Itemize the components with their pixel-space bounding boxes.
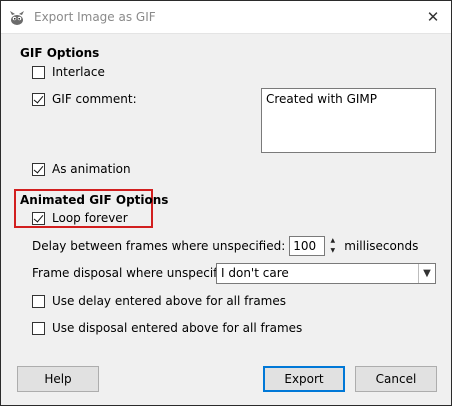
help-button[interactable]: Help	[17, 366, 99, 392]
delay-unit: milliseconds	[344, 239, 419, 253]
gif-comment-checkbox[interactable]	[32, 92, 45, 106]
use-delay-label: Use delay entered above for all frames	[52, 294, 286, 308]
stepper-up-icon[interactable]: ▲	[327, 236, 338, 246]
loop-forever-checkbox[interactable]	[32, 211, 45, 225]
loop-forever-label: Loop forever	[52, 211, 128, 225]
as-animation-checkbox[interactable]	[32, 162, 45, 176]
as-animation-label: As animation	[52, 162, 131, 176]
use-disposal-checkbox[interactable]	[32, 321, 45, 335]
disposal-row: Frame disposal where unspecified:	[32, 266, 240, 280]
close-button[interactable]: ✕	[421, 6, 445, 28]
window-title: Export Image as GIF	[34, 10, 156, 24]
delay-stepper[interactable]: ▲ ▼	[327, 236, 338, 256]
use-delay-checkbox[interactable]	[32, 294, 45, 308]
close-icon: ✕	[426, 8, 440, 26]
disposal-selected-value: I don't care	[221, 266, 289, 280]
gif-comment-textarea[interactable]: Created with GIMP	[261, 88, 436, 153]
gimp-icon	[10, 11, 24, 25]
cancel-button[interactable]: Cancel	[355, 366, 437, 392]
loop-forever-option[interactable]: Loop forever	[32, 211, 128, 225]
export-gif-dialog: Export Image as GIF ✕ GIF Options Interl…	[0, 0, 452, 406]
disposal-label: Frame disposal where unspecified:	[32, 266, 240, 280]
interlace-label: Interlace	[52, 65, 105, 79]
interlace-option[interactable]: Interlace	[32, 65, 105, 79]
chevron-down-icon[interactable]: ▼	[418, 264, 435, 283]
use-disposal-option[interactable]: Use disposal entered above for all frame…	[32, 321, 302, 335]
animated-options-heading: Animated GIF Options	[20, 193, 169, 207]
use-disposal-label: Use disposal entered above for all frame…	[52, 321, 303, 335]
gif-comment-label: GIF comment:	[52, 92, 137, 106]
title-bar: Export Image as GIF ✕	[1, 1, 451, 34]
dialog-content: GIF Options Interlace GIF comment: Creat…	[1, 35, 451, 405]
gif-comment-option[interactable]: GIF comment:	[32, 92, 137, 106]
use-delay-option[interactable]: Use delay entered above for all frames	[32, 294, 286, 308]
export-button[interactable]: Export	[263, 366, 345, 392]
as-animation-option[interactable]: As animation	[32, 162, 131, 176]
disposal-select[interactable]: I don't care ▼	[216, 263, 436, 284]
delay-row: Delay between frames where unspecified: …	[32, 236, 418, 256]
delay-label: Delay between frames where unspecified:	[32, 239, 286, 253]
gif-options-heading: GIF Options	[20, 46, 100, 60]
interlace-checkbox[interactable]	[32, 65, 45, 79]
stepper-down-icon[interactable]: ▼	[327, 246, 338, 256]
delay-input[interactable]: 100	[289, 236, 326, 256]
